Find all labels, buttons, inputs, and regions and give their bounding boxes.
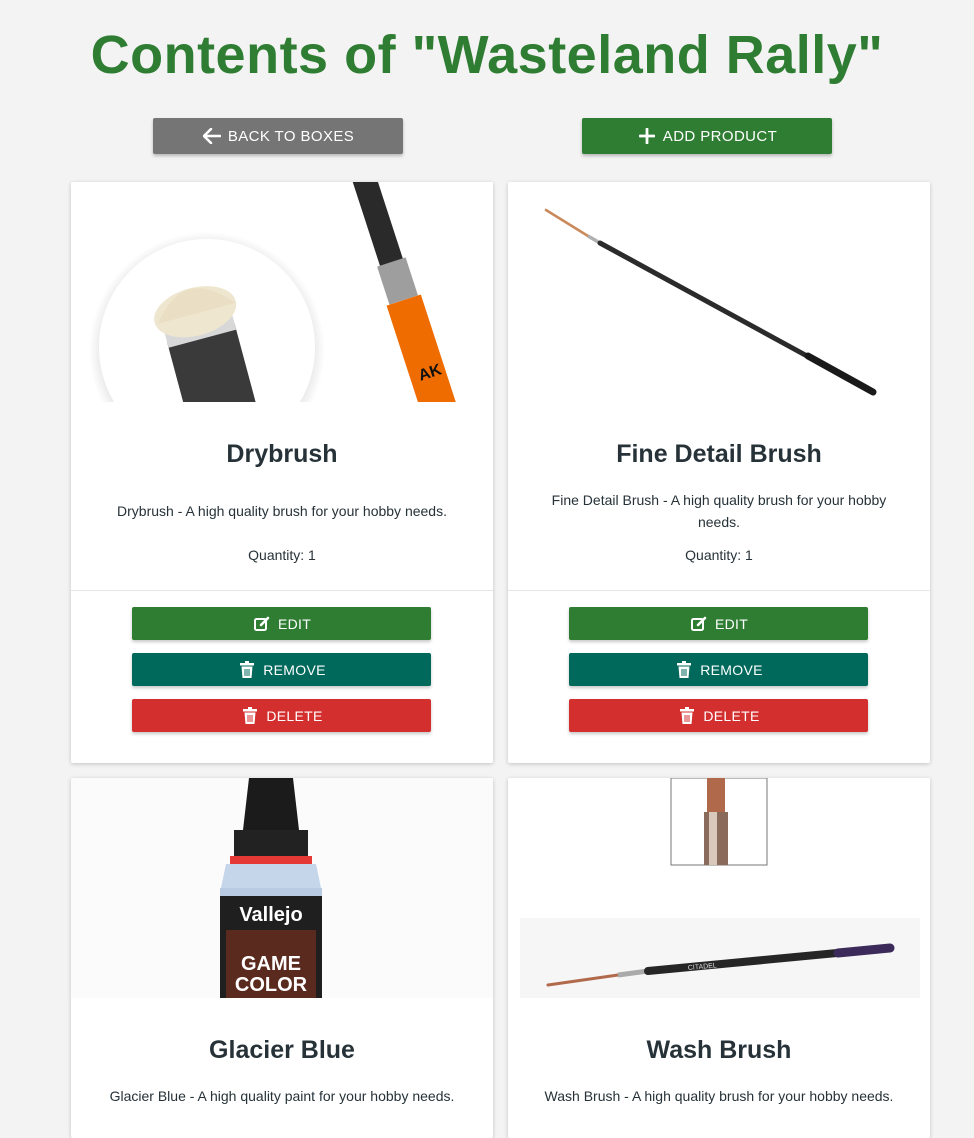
paint-line1-text: GAME xyxy=(241,953,301,975)
product-card: CITADEL Wash Brush Wash Brush - A high q… xyxy=(508,778,930,1138)
remove-label: REMOVE xyxy=(263,661,326,678)
edit-icon xyxy=(252,614,272,634)
trash-icon xyxy=(674,660,694,680)
delete-label: DELETE xyxy=(703,707,760,724)
edit-button[interactable]: EDIT xyxy=(132,607,431,640)
product-title: Drybrush xyxy=(226,440,338,468)
product-image: AK xyxy=(71,182,493,402)
product-card: Vallejo GAME COLOR Glacier Blue Glacier … xyxy=(71,778,493,1138)
card-divider xyxy=(71,590,493,591)
product-description: Wash Brush - A high quality brush for yo… xyxy=(544,1088,894,1104)
edit-button[interactable]: EDIT xyxy=(569,607,868,640)
edit-icon xyxy=(689,614,709,634)
delete-button[interactable]: DELETE xyxy=(569,699,868,732)
product-quantity: Quantity: 1 xyxy=(248,547,316,563)
product-description: Fine Detail Brush - A high quality brush… xyxy=(551,492,887,530)
product-title: Glacier Blue xyxy=(209,1036,355,1064)
plus-icon xyxy=(637,126,657,146)
trash-icon xyxy=(677,706,697,726)
product-card: Fine Detail Brush Fine Detail Brush - A … xyxy=(508,182,930,763)
edit-label: EDIT xyxy=(714,615,749,632)
delete-label: DELETE xyxy=(266,707,323,724)
card-divider xyxy=(508,590,930,591)
remove-button[interactable]: REMOVE xyxy=(132,653,431,686)
edit-label: EDIT xyxy=(277,615,312,632)
page-title: Contents of "Wasteland Rally" xyxy=(90,25,884,85)
add-product-label: ADD PRODUCT xyxy=(662,127,778,145)
remove-label: REMOVE xyxy=(700,661,763,678)
paint-line2-text: COLOR xyxy=(235,974,308,996)
arrow-left-icon xyxy=(202,126,222,146)
product-card: AK Drybrush Drybrush - A high quality br… xyxy=(71,182,493,763)
product-image: Vallejo GAME COLOR xyxy=(71,778,493,998)
paint-brand-text: Vallejo xyxy=(239,904,302,926)
remove-button[interactable]: REMOVE xyxy=(569,653,868,686)
product-image xyxy=(508,182,930,402)
delete-button[interactable]: DELETE xyxy=(132,699,431,732)
product-quantity: Quantity: 1 xyxy=(685,547,753,563)
product-image: CITADEL xyxy=(508,778,930,998)
product-title: Wash Brush xyxy=(646,1036,792,1064)
product-description: Glacier Blue - A high quality paint for … xyxy=(109,1088,455,1104)
trash-icon xyxy=(237,660,257,680)
add-product-button[interactable]: ADD PRODUCT xyxy=(582,118,832,154)
back-to-boxes-button[interactable]: BACK TO BOXES xyxy=(153,118,403,154)
trash-icon xyxy=(240,706,260,726)
back-to-boxes-label: BACK TO BOXES xyxy=(227,127,355,145)
product-title: Fine Detail Brush xyxy=(616,440,822,468)
product-description: Drybrush - A high quality brush for your… xyxy=(117,503,447,519)
